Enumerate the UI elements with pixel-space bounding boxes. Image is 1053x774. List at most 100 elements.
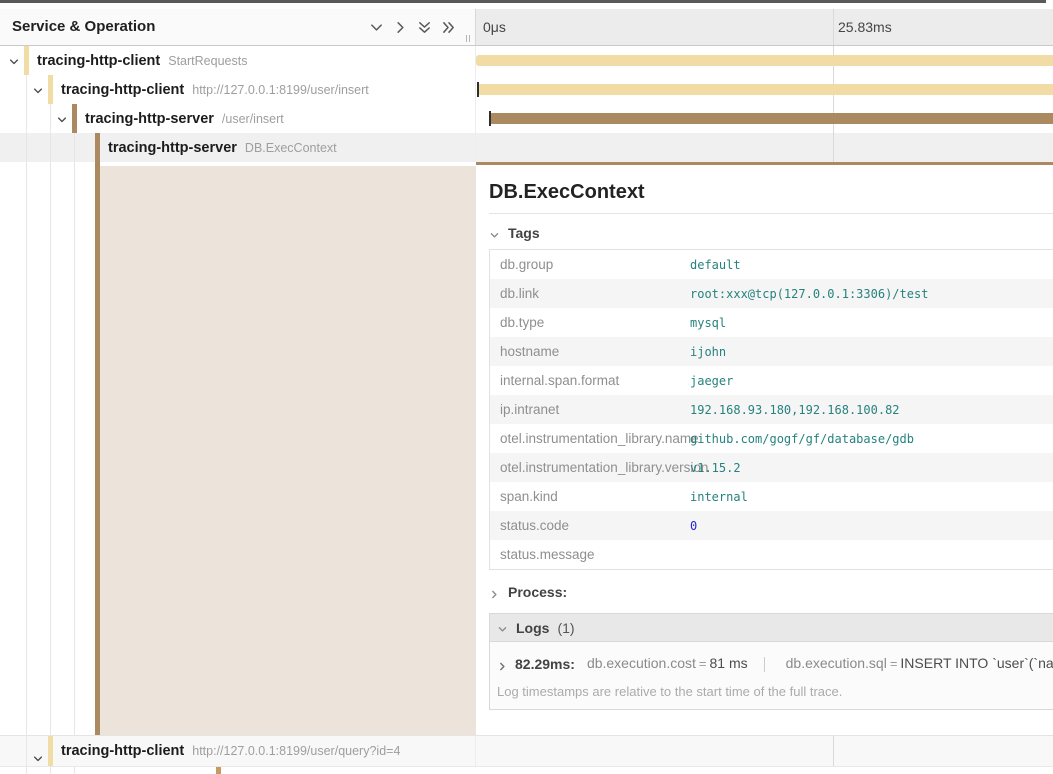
span-row[interactable]: tracing-http-clientStartRequests (0, 46, 1053, 75)
span-name-cell[interactable]: tracing-http-client http://127.0.0.1:8199… (0, 736, 476, 766)
trace-timeline-view: Service & Operation 0μs 25.83ms (0, 0, 1053, 774)
collapse-all-icon[interactable] (417, 20, 432, 35)
tag-key: db.type (490, 315, 690, 330)
table-row: hostnameijohn (490, 337, 1053, 366)
span-detail-tint (100, 166, 476, 735)
span-duration-bar[interactable] (489, 113, 1053, 124)
span-timeline-cell[interactable] (476, 736, 1053, 766)
span-name-cell[interactable]: tracing-http-server DB.ExecContext (0, 133, 476, 162)
collapse-one-icon[interactable] (369, 20, 384, 35)
service-name: tracing-http-server (85, 111, 214, 127)
tag-key: ip.intranet (490, 402, 690, 417)
service-name: tracing-http-server (108, 140, 237, 156)
tag-key: status.message (490, 547, 690, 562)
tag-value: ijohn (690, 345, 726, 359)
ruler-gridline (833, 133, 834, 162)
service-operation-title: Service & Operation (12, 9, 155, 45)
timeline-ruler: 0μs 25.83ms (476, 9, 1053, 46)
operation-name: http://127.0.0.1:8199/user/query?id=4 (192, 744, 400, 758)
log-field-key: db.execution.sql (786, 655, 887, 671)
span-duration-bar[interactable] (476, 55, 1053, 66)
chevron-right-icon (497, 659, 508, 670)
tag-key: span.kind (490, 489, 690, 504)
tag-value: 0 (690, 519, 697, 533)
span-row-selected[interactable]: tracing-http-server DB.ExecContext (0, 133, 1053, 162)
chevron-down-icon[interactable] (32, 84, 44, 96)
operation-name: DB.ExecContext (245, 141, 337, 155)
timeline-header-row: Service & Operation 0μs 25.83ms (0, 9, 1053, 46)
detail-divider (489, 213, 1053, 214)
table-row: db.groupdefault (490, 250, 1053, 279)
logs-section: Logs (1) 82.29ms: db.execution.cost=81 m… (489, 613, 1053, 710)
logs-section-label: Logs (516, 620, 549, 636)
process-section-header[interactable]: Process: (489, 584, 1053, 600)
table-row: db.typemysql (490, 308, 1053, 337)
span-duration-bar[interactable] (477, 84, 1053, 95)
operation-name: /user/insert (222, 112, 284, 126)
span-start-tick (489, 111, 491, 126)
service-color-bar (48, 736, 53, 766)
span-timeline-cell[interactable] (476, 104, 1053, 133)
table-row: status.message (490, 540, 1053, 569)
span-timeline-cell[interactable] (476, 133, 1053, 162)
table-row: span.kindinternal (490, 482, 1053, 511)
chevron-down-icon[interactable] (8, 55, 20, 67)
service-name: tracing-http-client (37, 53, 160, 69)
span-detail-indent (0, 162, 476, 735)
equals-sign: = (890, 656, 898, 671)
tags-section-header[interactable]: Tags (489, 225, 1053, 241)
span-row-partial[interactable] (0, 767, 1053, 774)
service-color-bar (72, 104, 77, 133)
table-row: otel.instrumentation_library.namegithub.… (490, 424, 1053, 453)
logs-hint-text: Log timestamps are relative to the start… (497, 684, 1053, 699)
viewport-scrubber[interactable] (0, 0, 1046, 3)
chevron-down-icon[interactable] (56, 113, 68, 125)
span-row[interactable]: tracing-http-client http://127.0.0.1:8199… (0, 735, 1053, 767)
span-name-cell[interactable]: tracing-http-client http://127.0.0.1:8199… (0, 75, 476, 104)
chevron-down-icon (489, 228, 500, 239)
logs-count: (1) (557, 620, 574, 636)
ruler-tick-label-mid: 25.83ms (838, 9, 892, 45)
equals-sign: = (699, 656, 707, 671)
tag-value: jaeger (690, 374, 733, 388)
span-name-cell[interactable]: tracing-http-server/user/insert (0, 104, 476, 133)
tag-key: db.group (490, 257, 690, 272)
service-color-bar (216, 767, 221, 774)
log-entry[interactable]: 82.29ms: db.execution.cost=81 ms db.exec… (497, 655, 1053, 673)
tag-key: db.link (490, 286, 690, 301)
service-name: tracing-http-client (61, 743, 184, 759)
span-start-tick (477, 82, 479, 97)
chevron-right-icon (489, 587, 500, 598)
chevron-down-icon (497, 622, 508, 633)
chevron-down-icon[interactable] (32, 746, 44, 758)
expand-all-icon[interactable] (441, 20, 456, 35)
table-row: ip.intranet192.168.93.180,192.168.100.82 (490, 395, 1053, 424)
span-timeline-cell[interactable] (476, 46, 1053, 75)
tag-key: hostname (490, 344, 690, 359)
tag-key: otel.instrumentation_library.version (490, 460, 690, 475)
service-color-bar (95, 133, 100, 162)
span-row[interactable]: tracing-http-client http://127.0.0.1:8199… (0, 75, 1053, 104)
service-color-bar (48, 75, 53, 104)
span-detail-row: DB.ExecContext Tags db.groupdefault db.l… (0, 162, 1053, 735)
span-detail-title: DB.ExecContext (489, 181, 1053, 204)
tag-value: 192.168.93.180,192.168.100.82 (690, 403, 900, 417)
span-name-cell[interactable]: tracing-http-clientStartRequests (0, 46, 476, 75)
column-resize-gripper[interactable] (466, 35, 470, 42)
span-row[interactable]: tracing-http-server/user/insert (0, 104, 1053, 133)
expand-one-icon[interactable] (393, 20, 408, 35)
operation-name: http://127.0.0.1:8199/user/insert (192, 83, 369, 97)
span-timeline-cell[interactable] (476, 75, 1053, 104)
tag-key: otel.instrumentation_library.name (490, 431, 690, 446)
logs-section-header[interactable]: Logs (1) (490, 614, 1053, 642)
tag-key: status.code (490, 518, 690, 533)
log-field-value: INSERT INTO `user`(`name` (900, 655, 1053, 671)
logs-content: 82.29ms: db.execution.cost=81 ms db.exec… (490, 642, 1053, 709)
ruler-tick-label-start: 0μs (483, 9, 506, 45)
service-name: tracing-http-client (61, 82, 184, 98)
expand-collapse-controls (369, 9, 456, 45)
log-field-value: 81 ms (710, 655, 748, 671)
table-row: internal.span.formatjaeger (490, 366, 1053, 395)
tag-key: internal.span.format (490, 373, 690, 388)
tag-value: root:xxx@tcp(127.0.0.1:3306)/test (690, 287, 928, 301)
